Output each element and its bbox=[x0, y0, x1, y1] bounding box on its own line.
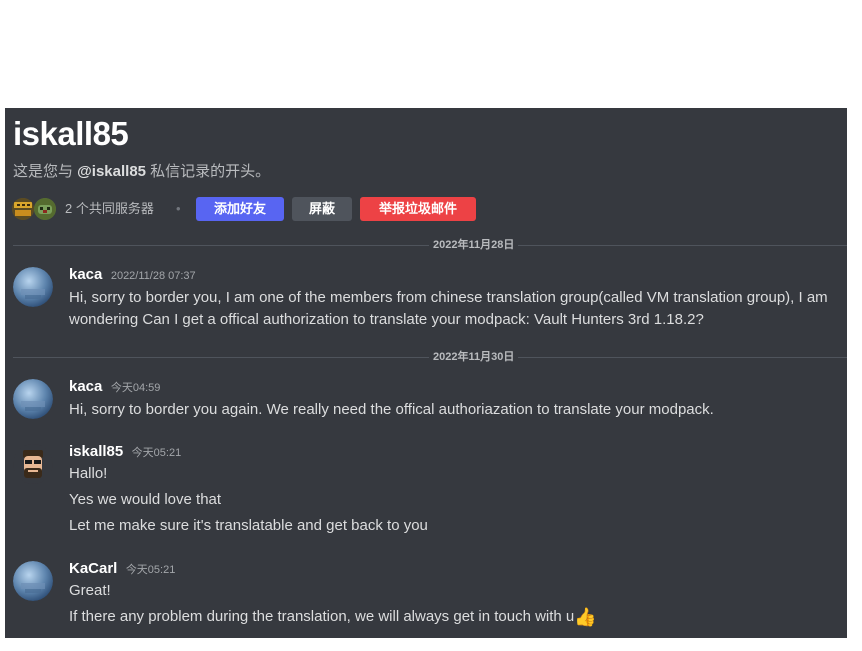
message-author[interactable]: kaca bbox=[69, 378, 102, 395]
dm-panel: iskall85 这是您与 @iskall85 私信记录的开头。 2 个共同服务… bbox=[5, 108, 847, 638]
message-header: KaCarl 今天05:21 bbox=[69, 559, 175, 580]
message-timestamp: 今天05:21 bbox=[125, 564, 176, 576]
avatar[interactable] bbox=[13, 561, 53, 601]
message-line: Hi, sorry to border you, I am one of the… bbox=[69, 289, 828, 306]
separator-dot: • bbox=[176, 201, 181, 216]
dm-intro-text: 这是您与 @iskall85 私信记录的开头。 bbox=[13, 162, 270, 182]
message-line: Hi, sorry to border you again. We really… bbox=[69, 401, 714, 418]
message-header: kaca 2022/11/28 07:37 bbox=[69, 265, 196, 286]
message-line-with-emoji: If there any problem during the translat… bbox=[69, 606, 839, 632]
server-icon-vault-hunters[interactable] bbox=[12, 198, 34, 220]
date-divider-label: 2022年11月28日 bbox=[429, 238, 519, 252]
date-divider: 2022年11月28日 bbox=[13, 238, 847, 252]
date-divider-label: 2022年11月30日 bbox=[429, 350, 519, 364]
thumbs-up-emoji-icon: 👍 bbox=[574, 607, 597, 627]
message-body: Hi, sorry to border you, I am one of the… bbox=[69, 287, 839, 331]
message-timestamp: 2022/11/28 07:37 bbox=[110, 270, 196, 282]
message-line: Hallo! bbox=[69, 465, 108, 482]
dm-title: iskall85 bbox=[13, 115, 129, 152]
message-timestamp: 今天04:59 bbox=[110, 382, 161, 394]
avatar[interactable] bbox=[13, 444, 53, 484]
mutual-servers-link[interactable]: 2 个共同服务器 bbox=[65, 199, 154, 219]
message-line: Great! bbox=[69, 582, 111, 599]
message-line: Yes we would love that bbox=[69, 491, 222, 508]
intro-prefix: 这是您与 bbox=[13, 163, 78, 180]
add-friend-button[interactable]: 添加好友 bbox=[196, 197, 284, 221]
intro-suffix: 私信记录的开头。 bbox=[146, 163, 271, 180]
message-author[interactable]: KaCarl bbox=[69, 560, 117, 577]
message-body: Great! If there any problem during the t… bbox=[69, 580, 839, 632]
message-line: wondering Can I get a offical authorizat… bbox=[69, 311, 704, 328]
message-timestamp: 今天05:21 bbox=[131, 447, 182, 459]
message-line: Let me make sure it's translatable and g… bbox=[69, 517, 428, 534]
date-divider: 2022年11月30日 bbox=[13, 350, 847, 364]
message-author[interactable]: iskall85 bbox=[69, 443, 123, 460]
server-icon-creeper[interactable] bbox=[34, 198, 56, 220]
message-body: Hallo! Yes we would love that Let me mak… bbox=[69, 463, 839, 541]
message-header: kaca 今天04:59 bbox=[69, 377, 160, 398]
message-body: Hi, sorry to border you again. We really… bbox=[69, 399, 839, 421]
intro-user-mention: @iskall85 bbox=[77, 163, 147, 180]
report-spam-button[interactable]: 举报垃圾邮件 bbox=[360, 197, 476, 221]
avatar[interactable] bbox=[13, 267, 53, 307]
avatar[interactable] bbox=[13, 379, 53, 419]
block-button[interactable]: 屏蔽 bbox=[292, 197, 352, 221]
message-header: iskall85 今天05:21 bbox=[69, 442, 181, 463]
message-author[interactable]: kaca bbox=[69, 266, 102, 283]
message-line: If there any problem during the translat… bbox=[69, 608, 575, 625]
